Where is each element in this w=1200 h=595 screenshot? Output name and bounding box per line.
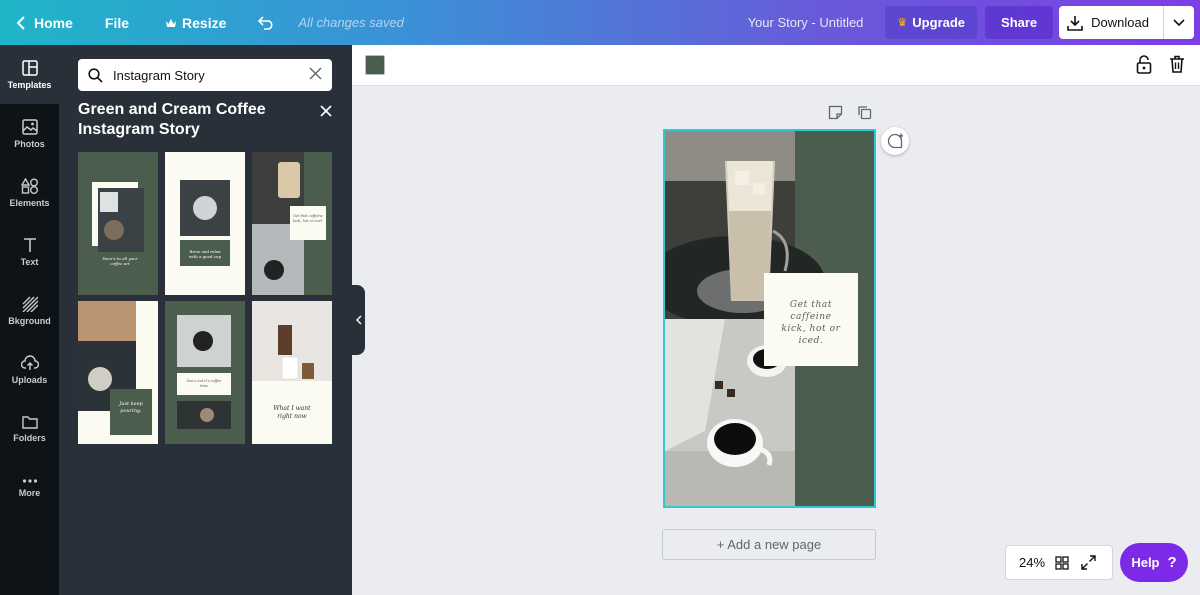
template-thumbnail[interactable]: Here's to all your coffee art [78, 152, 158, 295]
zoom-controls: 24% [1005, 545, 1113, 580]
rail-item-uploads[interactable]: Uploads [0, 340, 59, 399]
home-label: Home [34, 14, 73, 31]
expand-icon [1081, 555, 1096, 570]
document-title[interactable]: Your Story - Untitled [748, 15, 864, 30]
crown-icon: ♛ [897, 17, 908, 29]
rail-item-text[interactable]: Text [0, 222, 59, 281]
more-icon [22, 478, 37, 483]
download-button[interactable]: Download [1059, 6, 1194, 39]
uploads-icon [20, 354, 39, 370]
close-icon[interactable] [320, 105, 332, 117]
search-input[interactable] [113, 67, 293, 83]
thumbnail-caption: Sun's out it's coffee time [186, 379, 222, 388]
undo-icon [258, 15, 273, 30]
rail-item-background[interactable]: Bkground [0, 281, 59, 340]
resize-label: Resize [182, 14, 227, 31]
thumbnail-caption: Brew and relax with a good cup [188, 249, 222, 259]
chevron-down-icon [1173, 18, 1185, 26]
comment-plus-icon [887, 133, 903, 149]
rail-label: Templates [7, 79, 52, 90]
rail-label: Elements [9, 197, 50, 208]
rail-item-folders[interactable]: Folders [0, 399, 59, 458]
download-label: Download [1091, 15, 1149, 30]
question-icon: ? [1167, 554, 1177, 571]
resize-button[interactable]: Resize [143, 0, 240, 45]
template-thumbnail[interactable]: Get that caffeine kick, hot or iced. [252, 152, 332, 295]
add-page-button[interactable]: + Add a new page [662, 529, 876, 560]
rail-label: Photos [14, 138, 45, 149]
download-options-button[interactable] [1164, 6, 1194, 39]
rail-label: Folders [13, 432, 46, 443]
template-title: Green and Cream Coffee Instagram Story [78, 101, 266, 138]
thumbnail-art [252, 301, 332, 381]
background-icon [22, 296, 38, 312]
thumbnail-art [180, 180, 230, 266]
template-thumbnail[interactable]: What I want right now [252, 301, 332, 444]
share-button[interactable]: Share [985, 6, 1054, 39]
crown-icon [166, 18, 177, 27]
photos-icon [21, 118, 38, 135]
templates-panel: Green and Cream Coffee Instagram Story H… [59, 45, 365, 595]
clear-search-icon[interactable] [309, 67, 322, 80]
elements-icon [20, 177, 38, 194]
search-box[interactable] [78, 59, 332, 91]
download-main[interactable]: Download [1059, 6, 1164, 39]
background-color-swatch[interactable] [365, 55, 385, 75]
chevron-left-icon [355, 315, 361, 325]
thumbnail-caption: Just keep pouring. [119, 401, 143, 414]
share-label: Share [1001, 15, 1038, 30]
trash-icon[interactable] [1169, 55, 1185, 73]
thumbnail-art [92, 182, 144, 252]
template-thumbnail[interactable]: Just keep pouring. [78, 301, 158, 444]
zoom-level[interactable]: 24% [1006, 555, 1055, 570]
rail-label: Text [20, 256, 39, 267]
page-notes-icon[interactable] [828, 105, 843, 120]
thumbnail-caption: Here's to all your coffee art [102, 256, 138, 266]
undo-button[interactable] [240, 0, 284, 45]
thumbnail-caption: Get that caffeine kick, hot or iced. [293, 214, 323, 223]
add-comment-button[interactable] [881, 127, 909, 155]
rail-item-templates[interactable]: Templates [0, 45, 59, 104]
file-menu[interactable]: File [87, 0, 143, 45]
rail-label: Bkground [8, 315, 51, 326]
template-thumbnail[interactable]: Sun's out it's coffee time [165, 301, 245, 444]
side-rail: Templates Photos Elements Text Bkground … [0, 45, 59, 595]
thumbnail-caption: What I want right now [273, 405, 311, 420]
template-thumbnail[interactable]: Brew and relax with a good cup [165, 152, 245, 295]
upgrade-label: Upgrade [912, 15, 966, 30]
folders-icon [21, 415, 38, 429]
story-canvas[interactable]: Get that caffeine kick, hot or iced. [663, 129, 876, 508]
duplicate-page-icon[interactable] [857, 105, 872, 120]
grid-icon [1055, 555, 1069, 570]
rail-label: More [18, 487, 41, 498]
help-label: Help [1131, 555, 1160, 570]
add-page-label: + Add a new page [716, 537, 822, 552]
rail-item-photos[interactable]: Photos [0, 104, 59, 163]
rail-item-elements[interactable]: Elements [0, 163, 59, 222]
unlock-icon[interactable] [1136, 55, 1152, 75]
templates-icon [21, 59, 38, 76]
rail-label: Uploads [11, 374, 48, 385]
chevron-left-icon [16, 15, 25, 30]
rail-item-more[interactable]: More [0, 458, 59, 517]
search-icon [88, 67, 103, 83]
story-text[interactable]: Get that caffeine kick, hot or iced. [777, 299, 845, 347]
text-icon [23, 237, 36, 252]
editor-toolbar [352, 45, 1200, 86]
fullscreen-button[interactable] [1081, 555, 1096, 570]
upgrade-button[interactable]: ♛ Upgrade [885, 6, 978, 39]
help-button[interactable]: Help ? [1120, 543, 1188, 582]
top-bar: Home File Resize All changes saved Your … [0, 0, 1200, 45]
file-label: File [104, 14, 130, 31]
save-status: All changes saved [298, 15, 404, 30]
home-button[interactable]: Home [0, 0, 87, 45]
download-icon [1067, 15, 1083, 31]
grid-view-button[interactable] [1055, 555, 1069, 570]
collapse-panel-handle[interactable] [352, 285, 365, 355]
